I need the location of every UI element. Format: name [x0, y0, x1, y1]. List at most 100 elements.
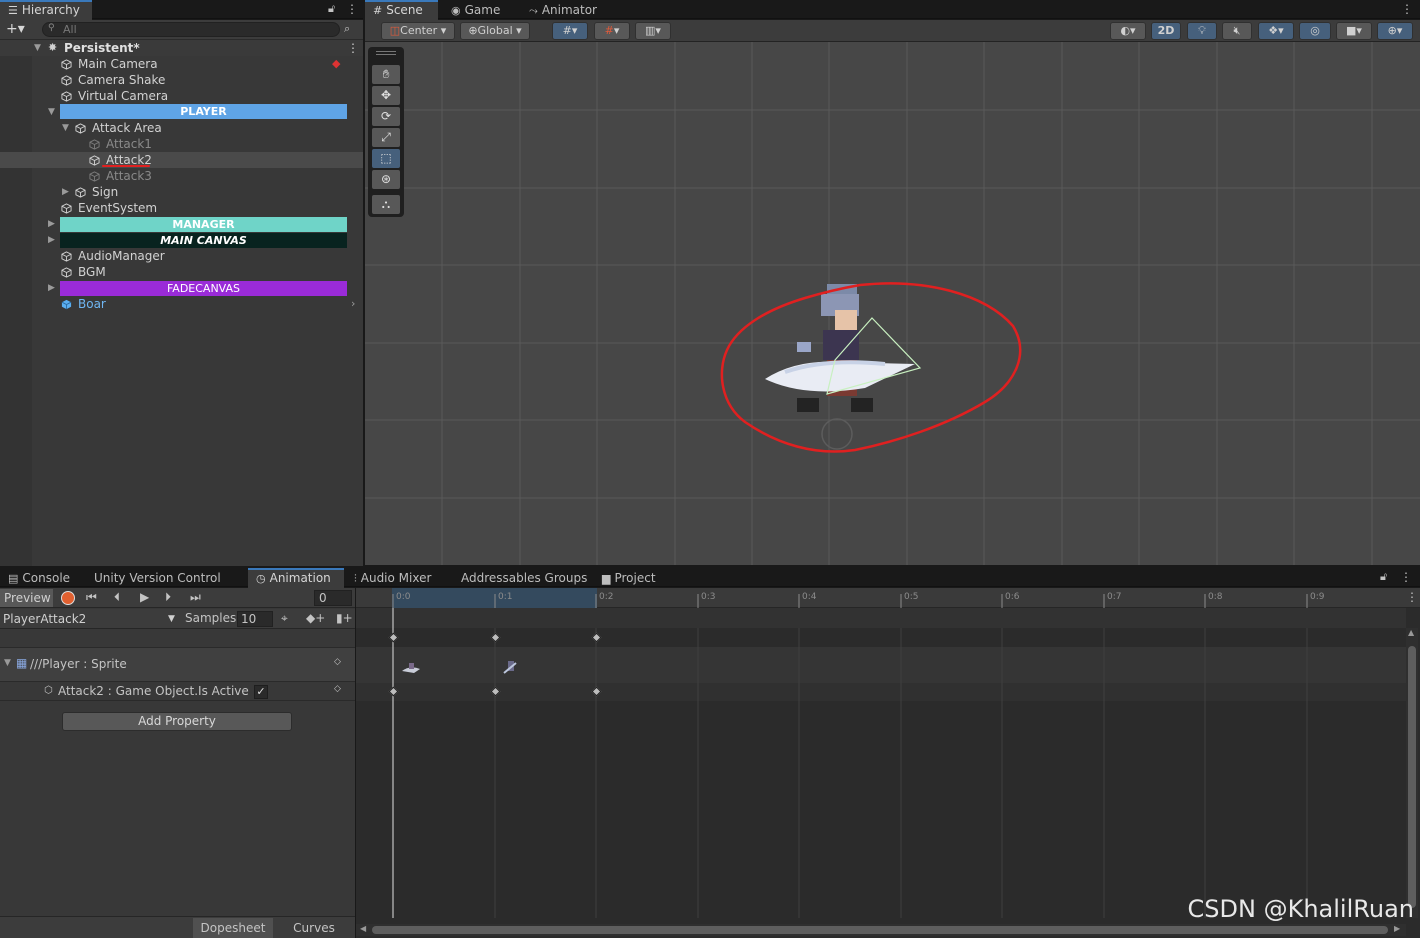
keyframe-snap-icon[interactable]: ⌖: [281, 611, 288, 626]
drag-handle-icon[interactable]: [376, 51, 396, 55]
more-menu-icon[interactable]: ⋮: [346, 2, 358, 16]
increment-snap-button[interactable]: #▾: [594, 22, 630, 40]
grid-snap-button[interactable]: #▾: [552, 22, 588, 40]
hierarchy-item-manager[interactable]: ▶ MANAGER: [0, 216, 363, 232]
keyframe-menu-icon[interactable]: ◇: [334, 684, 341, 694]
hierarchy-item-main-camera[interactable]: Main Camera ◆: [0, 56, 363, 72]
hierarchy-item-player[interactable]: ▼ PLAYER: [0, 104, 363, 120]
space-dropdown[interactable]: ⊕Global ▾: [460, 22, 530, 40]
prefab-open-arrow-icon[interactable]: ›: [351, 296, 355, 312]
collapse-arrow-icon[interactable]: ▶: [48, 216, 55, 232]
effects-toggle[interactable]: ❖▾: [1258, 22, 1294, 40]
add-property-button[interactable]: Add Property: [62, 712, 292, 731]
tab-console[interactable]: ▤ Console: [0, 568, 78, 588]
search-input[interactable]: ⚲ All: [42, 22, 340, 37]
hand-tool-button[interactable]: ✋︎: [372, 65, 400, 84]
tab-scene[interactable]: # Scene: [365, 0, 438, 20]
scroll-right-icon[interactable]: ▶: [1394, 924, 1400, 933]
shading-mode-button[interactable]: ◐▾: [1110, 22, 1146, 40]
first-frame-icon[interactable]: ⏮: [86, 590, 97, 605]
scene-menu-icon[interactable]: ⋮: [347, 40, 359, 56]
timeline-ruler[interactable]: 0:0 0:1 0:2 0:3 0:4 0:5 0:6 0:7 0:8 0:9 …: [356, 588, 1420, 608]
tab-animator[interactable]: ⤳ Animator: [521, 0, 605, 20]
horizontal-scrollbar[interactable]: ◀ ▶: [356, 924, 1406, 936]
hierarchy-item-boar[interactable]: Boar ›: [0, 296, 363, 312]
expand-arrow-icon[interactable]: ▼: [48, 104, 55, 120]
expand-arrow-icon[interactable]: ▼: [34, 40, 41, 56]
scene-view[interactable]: [365, 42, 1420, 565]
hierarchy-item-eventsystem[interactable]: EventSystem: [0, 200, 363, 216]
last-frame-icon[interactable]: ⏭: [190, 590, 201, 605]
clip-dropdown[interactable]: PlayerAttack2 ▼: [0, 610, 180, 628]
sprite-keyframe-thumbnail[interactable]: [500, 659, 524, 679]
add-icon[interactable]: +▾: [6, 21, 25, 37]
isactive-checkbox[interactable]: ✓: [254, 685, 268, 699]
camera-settings-button[interactable]: ■▾: [1336, 22, 1372, 40]
hierarchy-item-fadecanvas[interactable]: ▶ FADECANVAS: [0, 280, 363, 296]
more-menu-icon[interactable]: ⋮: [1406, 590, 1418, 604]
scrollbar-thumb[interactable]: [372, 926, 1388, 934]
animation-timeline[interactable]: 0:0 0:1 0:2 0:3 0:4 0:5 0:6 0:7 0:8 0:9 …: [356, 588, 1420, 938]
sprite-keyframe-thumbnail[interactable]: [400, 661, 424, 677]
keyframe-menu-icon[interactable]: ◇: [334, 657, 341, 667]
scroll-up-icon[interactable]: ▲: [1408, 628, 1414, 637]
align-button[interactable]: ▥▾: [635, 22, 671, 40]
tab-hierarchy[interactable]: ☰ Hierarchy: [0, 0, 92, 20]
pivot-dropdown[interactable]: ◫Center ▾: [381, 22, 455, 40]
dopesheet-tab[interactable]: Dopesheet: [193, 918, 273, 938]
mode-2d-toggle[interactable]: 2D: [1151, 22, 1181, 40]
preview-toggle[interactable]: Preview: [0, 589, 53, 607]
more-menu-icon[interactable]: ⋮: [1401, 2, 1413, 16]
transform-tool-button[interactable]: ⊛: [372, 170, 400, 189]
tab-animation[interactable]: ◷ Animation: [248, 568, 344, 588]
property-row-sprite[interactable]: ▼ ▦ ///Player : Sprite ◇: [0, 647, 355, 682]
play-icon[interactable]: ▶: [140, 590, 149, 604]
tab-addressables-groups[interactable]: Addressables Groups: [453, 568, 595, 588]
move-tool-button[interactable]: ✥: [372, 86, 400, 105]
more-menu-icon[interactable]: ⋮: [1400, 570, 1412, 584]
hierarchy-item-virtual-camera[interactable]: Virtual Camera: [0, 88, 363, 104]
collapse-arrow-icon[interactable]: ▶: [48, 232, 55, 248]
vertical-scrollbar[interactable]: ▲: [1406, 628, 1418, 918]
lock-icon[interactable]: 🔓︎: [1380, 570, 1387, 584]
scroll-left-icon[interactable]: ◀: [360, 924, 366, 933]
tab-audio-mixer[interactable]: ⫶ Audio Mixer: [346, 568, 439, 588]
expand-arrow-icon[interactable]: ▼: [4, 658, 11, 668]
collapse-arrow-icon[interactable]: ▶: [62, 184, 69, 200]
rotate-tool-button[interactable]: ⟳: [372, 107, 400, 126]
next-frame-icon[interactable]: ⏵: [165, 590, 171, 605]
prev-frame-icon[interactable]: ⏴: [114, 590, 120, 605]
hierarchy-item-audiomanager[interactable]: AudioManager: [0, 248, 363, 264]
add-event-icon[interactable]: ▮+: [336, 611, 353, 625]
search-options-icon[interactable]: ⌕: [344, 22, 350, 36]
tab-game[interactable]: ◉ Game: [443, 0, 508, 20]
hierarchy-item-attack-area[interactable]: ▼ Attack Area: [0, 120, 363, 136]
hierarchy-item-bgm[interactable]: BGM: [0, 264, 363, 280]
collapse-arrow-icon[interactable]: ▶: [48, 280, 55, 296]
scale-tool-button[interactable]: ⤢: [372, 128, 400, 147]
hierarchy-item-main-canvas[interactable]: ▶ MAIN CANVAS: [0, 232, 363, 248]
gizmos-button[interactable]: ⊕▾: [1377, 22, 1413, 40]
hierarchy-item-camera-shake[interactable]: Camera Shake: [0, 72, 363, 88]
add-keyframe-icon[interactable]: ◆+: [306, 611, 325, 625]
expand-arrow-icon[interactable]: ▼: [62, 120, 69, 136]
scrollbar-thumb[interactable]: [1408, 646, 1416, 908]
custom-tool-button[interactable]: ⛬: [372, 195, 400, 214]
lighting-toggle[interactable]: 💡︎: [1187, 22, 1217, 40]
hierarchy-item-sign[interactable]: ▶ Sign: [0, 184, 363, 200]
hierarchy-item-attack2[interactable]: Attack2: [0, 152, 363, 168]
lock-icon[interactable]: 🔓︎: [328, 2, 335, 16]
hierarchy-item-attack1[interactable]: Attack1: [0, 136, 363, 152]
samples-input[interactable]: 10: [237, 611, 273, 627]
rect-tool-button[interactable]: ⬚: [372, 149, 400, 168]
property-row-isactive[interactable]: ⬡ Attack2 : Game Object.Is Active ✓ ◇: [0, 683, 355, 701]
tab-unity-version-control[interactable]: Unity Version Control: [86, 568, 229, 588]
hierarchy-item-attack3[interactable]: Attack3: [0, 168, 363, 184]
tab-project[interactable]: ▆ Project: [594, 568, 664, 588]
record-button[interactable]: [61, 591, 75, 605]
frame-input[interactable]: 0: [314, 590, 352, 606]
audio-toggle[interactable]: 🔇︎: [1222, 22, 1252, 40]
curves-tab[interactable]: Curves: [275, 918, 353, 938]
hidden-objects-toggle[interactable]: ◎: [1299, 22, 1331, 40]
scene-root[interactable]: ▼ ✸ Persistent* ⋮: [0, 40, 363, 56]
